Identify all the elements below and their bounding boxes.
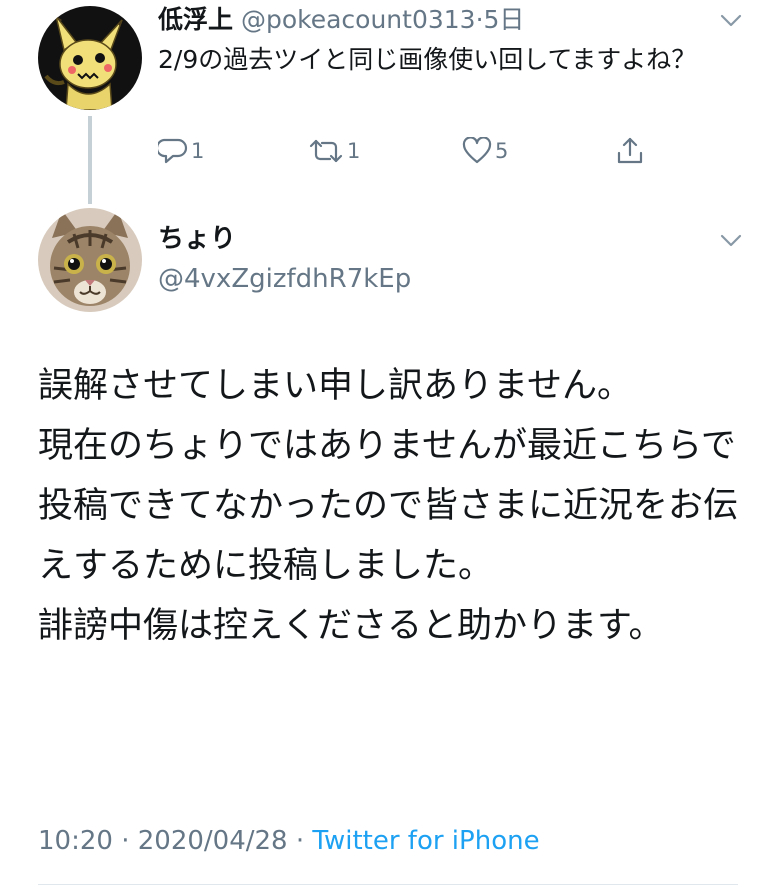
tweet-author-handle[interactable]: @4vxZgizfdhR7kEp <box>158 262 411 296</box>
reply-author-handle[interactable]: @pokeacount0313 <box>241 5 476 34</box>
reply-like-count: 5 <box>495 139 509 163</box>
tweet-source-link[interactable]: Twitter for iPhone <box>312 826 539 856</box>
reply-timestamp[interactable]: 5日 <box>484 5 525 34</box>
tweet-text: 誤解させてしまい申し訳ありません。 現在のちょりではありませんが最近こちらで投稿… <box>38 366 739 646</box>
tweet-chevron-down-icon[interactable] <box>720 234 742 248</box>
cat-avatar-icon <box>38 208 142 312</box>
tweet-avatar[interactable] <box>38 208 142 312</box>
reply-like-button[interactable]: 5 <box>462 134 508 168</box>
tweet-meta-separator-1: · <box>121 826 130 856</box>
heart-icon <box>462 137 492 164</box>
reply-text: 2/9の過去ツイと同じ画像使い回してますよね？ <box>158 45 697 74</box>
share-icon <box>617 137 643 164</box>
reply-retweet-button[interactable]: 1 <box>308 134 360 168</box>
reply-comment-count: 1 <box>191 139 205 163</box>
reply-comment-button[interactable]: 1 <box>158 134 204 168</box>
tweet-author-name[interactable]: ちょり <box>158 222 236 256</box>
mimikyu-avatar-icon <box>38 6 142 110</box>
reply-avatar[interactable] <box>38 6 142 110</box>
retweet-icon <box>309 139 343 163</box>
tweet-time[interactable]: 10:20 <box>38 826 113 856</box>
tweet-meta-separator-2: · <box>295 826 305 856</box>
tweet-date[interactable]: 2020/04/28 <box>138 826 288 856</box>
reply-author-name[interactable]: 低浮上 <box>158 5 233 34</box>
reply-header: 低浮上 @pokeacount0313·5日 <box>158 4 524 36</box>
reply-chevron-down-icon[interactable] <box>720 14 742 28</box>
comment-icon <box>158 138 188 164</box>
thread-connector-line <box>88 116 92 204</box>
reply-meta-separator: · <box>475 5 484 34</box>
reply-share-button[interactable] <box>616 134 644 168</box>
reply-retweet-count: 1 <box>347 139 361 163</box>
tweet-meta: 10:20 · 2020/04/28 · Twitter for iPhone <box>38 824 540 858</box>
bottom-divider <box>38 884 738 885</box>
